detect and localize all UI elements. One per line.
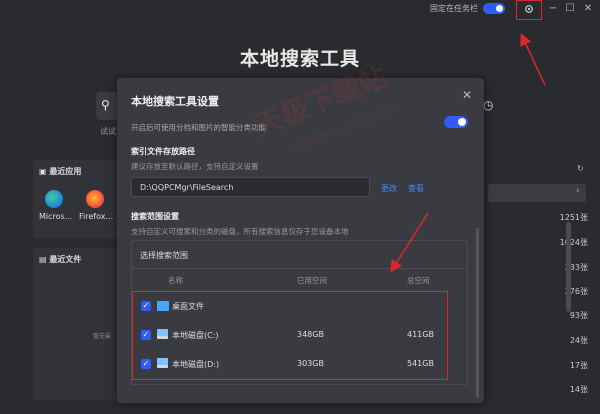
dialog-scrollbar[interactable] (476, 228, 479, 398)
change-path-link[interactable]: 更改 (381, 183, 397, 194)
category-header-bar[interactable] (488, 184, 586, 202)
column-header-used: 已用空间 (297, 276, 327, 285)
category-count: 1251张 (559, 213, 588, 222)
category-count: 14张 (569, 385, 588, 394)
recent-apps-panel: ▣ 最近应用 Micros... Firefox... (33, 160, 119, 238)
category-count: 24张 (569, 336, 588, 345)
chevron-right-icon[interactable]: › (576, 186, 580, 196)
recent-files-panel: ▤ 最近文件 暂无最 (33, 248, 119, 400)
close-icon[interactable]: ✕ (462, 88, 472, 102)
search-range-title: 搜索范围设置 (131, 212, 179, 221)
maximize-button[interactable]: ☐ (562, 1, 578, 17)
index-path-title: 索引文件存放路径 (131, 147, 195, 156)
index-path-subtitle: 建议存放至默认路径，支持自定义设置 (131, 162, 259, 171)
index-path-field[interactable]: D:\QQPCMgr\FileSearch (131, 177, 370, 197)
search-icon: ⚲ (101, 98, 110, 112)
app-label[interactable]: Micros... (39, 212, 72, 221)
pin-taskbar-toggle[interactable] (483, 3, 505, 14)
title-bar: 固定在任务栏 − ☐ ✕ (0, 0, 600, 20)
pin-taskbar-label: 固定在任务栏 (430, 4, 478, 13)
app-title: 本地搜索工具 (239, 48, 360, 70)
range-highlight-box (132, 291, 448, 380)
search-range-subtitle: 支持自定义可搜索和分类的磁盘，所有搜索信息仅存于您设备本地 (131, 227, 349, 236)
select-range-label: 选择搜索范围 (132, 241, 467, 269)
settings-title: 本地搜索工具设置 (131, 95, 219, 108)
smart-classify-toggle[interactable] (444, 116, 468, 128)
view-path-link[interactable]: 查看 (408, 183, 424, 194)
refresh-icon[interactable]: ↻ (577, 164, 584, 173)
category-count: 93张 (569, 311, 588, 320)
edge-app-icon[interactable] (45, 190, 63, 208)
recent-files-title: ▤ 最近文件 (39, 255, 82, 264)
close-button[interactable]: ✕ (580, 1, 596, 17)
column-header-name: 名称 (168, 276, 183, 285)
scrollbar[interactable] (566, 222, 571, 312)
try-text: 试试 (100, 127, 116, 136)
category-panel: ↻ › 1251张 1024张 333张 276张 93张 24张 17张 14… (488, 160, 588, 400)
category-count: 1024张 (559, 238, 588, 247)
firefox-app-icon[interactable] (86, 190, 104, 208)
category-count: 17张 (569, 361, 588, 370)
recent-apps-title: ▣ 最近应用 (39, 167, 82, 176)
settings-highlight-box (516, 0, 542, 20)
smart-classify-text: 开启后可使用分档和图片的智能分类功能 (131, 123, 266, 132)
app-label[interactable]: Firefox... (79, 212, 113, 221)
minimize-button[interactable]: − (545, 1, 561, 17)
empty-text: 暂无最 (93, 333, 112, 340)
column-header-total: 总空间 (407, 276, 430, 285)
history-icon[interactable]: ◷ (483, 98, 493, 112)
